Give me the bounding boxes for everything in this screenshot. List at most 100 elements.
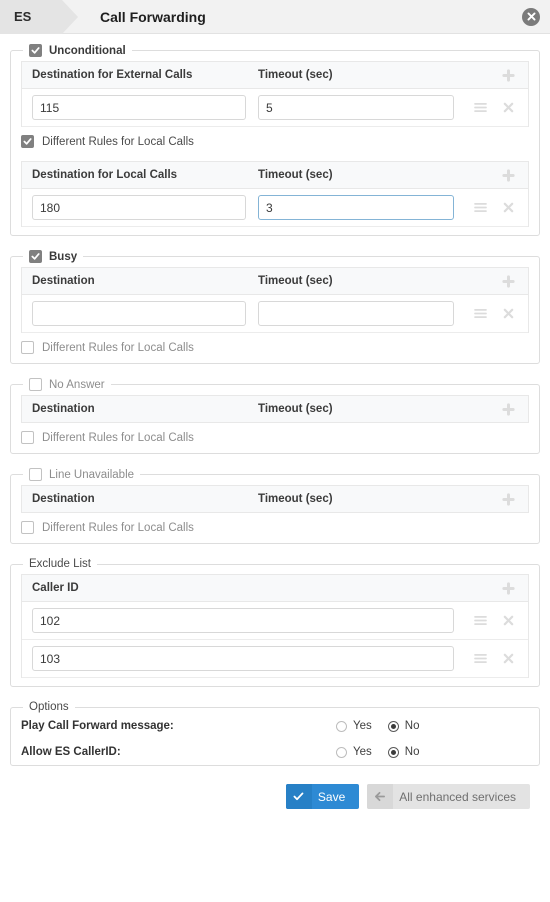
section-no-answer: No Answer Destination Timeout (sec) Diff… (10, 378, 540, 454)
table-header: Destination for Local Calls Timeout (sec… (22, 162, 528, 189)
different-rules-label: Different Rules for Local Calls (42, 521, 194, 534)
row-actions (466, 308, 528, 319)
delete-row-icon[interactable] (503, 615, 514, 626)
drag-handle-icon[interactable] (474, 653, 487, 664)
table-header: Caller ID (22, 575, 528, 602)
caller-id-cell (32, 608, 466, 633)
no-answer-label: No Answer (49, 378, 105, 391)
section-line-unavailable-legend: Line Unavailable (23, 468, 140, 481)
drag-handle-icon[interactable] (474, 615, 487, 626)
timeout-cell (258, 95, 466, 120)
caller-id-input[interactable] (32, 608, 454, 633)
radio-no[interactable] (387, 720, 399, 732)
section-options-legend: Options (29, 701, 69, 713)
section-exclude-list-legend: Exclude List (29, 558, 92, 570)
column-timeout: Timeout (sec) (258, 493, 333, 505)
destination-cell (32, 301, 258, 326)
delete-row-icon[interactable] (503, 308, 514, 319)
breadcrumb-es[interactable]: ES (0, 0, 78, 34)
unconditional-label: Unconditional (49, 44, 126, 57)
column-timeout: Timeout (sec) (258, 169, 333, 181)
different-rules-checkbox[interactable] (21, 135, 34, 148)
option-play-call-forward-message: Play Call Forward message: Yes No (11, 713, 539, 739)
table-row (22, 640, 528, 678)
page-title: Call Forwarding (100, 8, 206, 25)
destination-local-input[interactable] (32, 195, 246, 220)
table-header: Destination Timeout (sec) (22, 268, 528, 295)
radio-yes-label: Yes (353, 720, 372, 732)
busy-table: Destination Timeout (sec) (21, 267, 529, 333)
radio-no-label: No (404, 746, 420, 758)
row-actions (466, 615, 528, 626)
add-row-icon[interactable] (488, 492, 528, 506)
breadcrumb-es-label: ES (14, 9, 32, 24)
unconditional-checkbox[interactable] (29, 44, 42, 57)
radio-no[interactable] (387, 746, 399, 758)
line-unavailable-label: Line Unavailable (49, 468, 135, 481)
drag-handle-icon[interactable] (474, 102, 487, 113)
table-row (22, 89, 528, 127)
close-circle-icon[interactable] (522, 7, 540, 26)
table-header: Destination Timeout (sec) (22, 486, 528, 513)
timeout-cell (258, 301, 466, 326)
add-row-icon[interactable] (488, 274, 528, 288)
line-unavailable-checkbox[interactable] (29, 468, 42, 481)
section-unconditional-legend: Unconditional (23, 44, 132, 57)
section-busy-legend: Busy (23, 250, 83, 263)
unconditional-different-rules[interactable]: Different Rules for Local Calls (11, 127, 539, 157)
caller-id-input[interactable] (32, 646, 454, 671)
section-no-answer-legend: No Answer (23, 378, 111, 391)
destination-cell (32, 195, 258, 220)
delete-row-icon[interactable] (503, 202, 514, 213)
drag-handle-icon[interactable] (474, 308, 487, 319)
save-button-label: Save (317, 789, 346, 804)
add-row-icon[interactable] (488, 68, 528, 82)
option-label: Play Call Forward message: (21, 720, 174, 732)
add-row-icon[interactable] (488, 581, 528, 595)
row-actions (466, 202, 528, 213)
busy-different-rules[interactable]: Different Rules for Local Calls (11, 333, 539, 363)
table-row (22, 189, 528, 227)
add-row-icon[interactable] (488, 402, 528, 416)
radio-no-label: No (404, 720, 420, 732)
timeout-local-input[interactable] (258, 195, 454, 220)
different-rules-label: Different Rules for Local Calls (42, 431, 194, 444)
option-label: Allow ES CallerID: (21, 746, 121, 758)
all-enhanced-services-button[interactable]: All enhanced services (367, 784, 530, 809)
different-rules-label: Different Rules for Local Calls (42, 341, 194, 354)
no-answer-checkbox[interactable] (29, 378, 42, 391)
section-line-unavailable: Line Unavailable Destination Timeout (se… (10, 468, 540, 544)
no-answer-different-rules[interactable]: Different Rules for Local Calls (11, 423, 539, 453)
add-row-icon[interactable] (488, 168, 528, 182)
row-actions (466, 653, 528, 664)
option-allow-es-callerid: Allow ES CallerID: Yes No (11, 739, 539, 765)
radio-yes[interactable] (336, 746, 347, 758)
busy-timeout-input[interactable] (258, 301, 454, 326)
different-rules-checkbox[interactable] (21, 341, 34, 354)
delete-row-icon[interactable] (503, 653, 514, 664)
column-destination-local: Destination for Local Calls (32, 169, 178, 181)
radio-yes[interactable] (336, 720, 347, 732)
busy-checkbox[interactable] (29, 250, 42, 263)
section-busy: Busy Destination Timeout (sec) Different… (10, 250, 540, 364)
drag-handle-icon[interactable] (474, 202, 487, 213)
unconditional-external-table: Destination for External Calls Timeout (… (21, 61, 529, 127)
delete-row-icon[interactable] (503, 102, 514, 113)
table-row (22, 602, 528, 640)
arrow-left-icon (367, 784, 394, 809)
caller-id-cell (32, 646, 466, 671)
different-rules-checkbox[interactable] (21, 521, 34, 534)
column-destination: Destination (32, 275, 95, 287)
destination-external-input[interactable] (32, 95, 246, 120)
footer-actions: Save All enhanced services (10, 776, 540, 819)
section-options: Options Play Call Forward message: Yes N… (10, 701, 540, 766)
section-unconditional: Unconditional Destination for External C… (10, 44, 540, 236)
timeout-external-input[interactable] (258, 95, 454, 120)
busy-destination-input[interactable] (32, 301, 246, 326)
column-timeout: Timeout (sec) (258, 69, 333, 81)
line-unavailable-different-rules[interactable]: Different Rules for Local Calls (11, 513, 539, 543)
save-button[interactable]: Save (285, 784, 360, 809)
timeout-cell (258, 195, 466, 220)
different-rules-checkbox[interactable] (21, 431, 34, 444)
line-unavailable-table: Destination Timeout (sec) (21, 485, 529, 513)
